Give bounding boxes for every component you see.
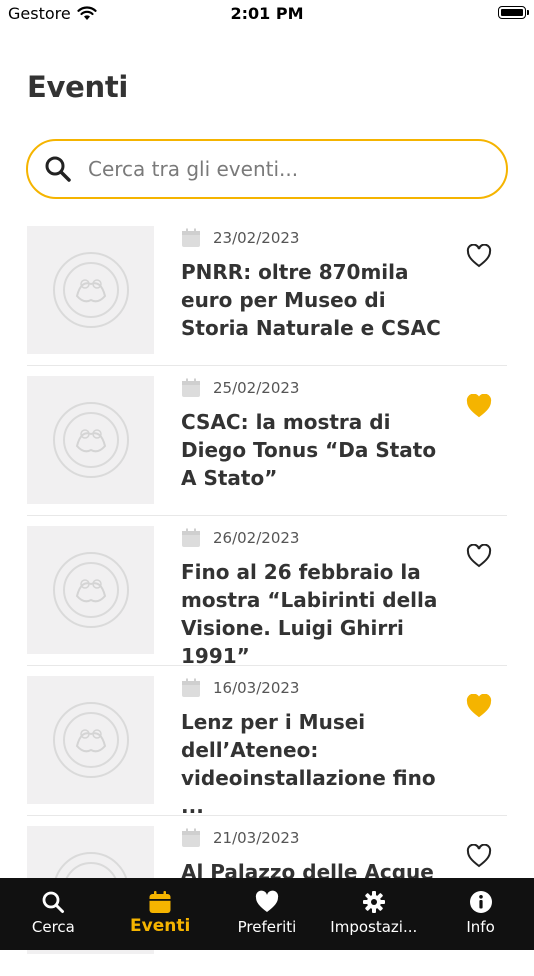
university-seal-icon [52,552,129,628]
tab-label: Impostazi... [330,918,418,936]
event-thumbnail [27,676,154,804]
tab-label: Info [466,918,495,936]
heart-outline-icon[interactable] [466,544,492,568]
heart-icon [255,890,279,912]
event-item[interactable]: 16/03/2023 Lenz per i Musei dell’Ateneo:… [0,676,534,826]
search-bar[interactable] [26,139,508,199]
calendar-icon [182,528,200,547]
event-date-row: 26/02/2023 [181,528,299,548]
battery-icon [498,6,529,19]
heart-filled-icon[interactable] [466,694,492,718]
event-date: 23/02/2023 [213,229,300,247]
search-input[interactable] [86,156,470,182]
calendar-icon [182,378,200,397]
event-item[interactable]: 23/02/2023 PNRR: oltre 870mila euro per … [0,226,534,376]
calendar-icon [182,228,200,247]
event-date: 16/03/2023 [213,679,300,697]
search-icon [45,156,71,182]
tab-bar: Cerca Eventi Preferiti Impostazi... Info [0,878,534,950]
calendar-icon [182,678,200,697]
event-date-row: 25/02/2023 [181,378,299,398]
event-date: 25/02/2023 [213,379,300,397]
tab-label: Eventi [130,916,191,936]
calendar-icon [182,828,200,847]
event-thumbnail [27,376,154,504]
event-date-row: 16/03/2023 [181,678,299,698]
gear-icon [362,891,385,913]
tab-info[interactable]: Info [428,878,534,936]
tab-label: Cerca [31,918,75,936]
event-title[interactable]: PNRR: oltre 870mila euro per Museo di St… [181,258,446,342]
divider [27,515,507,516]
divider [27,665,507,666]
tab-label: Preferiti [237,918,297,936]
tab-cerca[interactable]: Cerca [0,878,106,936]
event-date-row: 21/03/2023 [181,828,299,848]
status-bar: Gestore 2:01 PM [0,0,534,30]
event-date: 26/02/2023 [213,529,300,547]
page-title: Eventi [27,70,129,104]
divider [27,815,507,816]
search-icon [42,891,65,913]
tab-eventi[interactable]: Eventi [107,878,213,936]
heart-outline-icon[interactable] [466,244,492,268]
event-title[interactable]: CSAC: la mostra di Diego Tonus “Da Stato… [181,408,446,492]
status-time: 2:01 PM [230,4,304,23]
divider [27,365,507,366]
info-icon [469,891,492,913]
heart-outline-icon[interactable] [466,844,492,868]
heart-filled-icon[interactable] [466,394,492,418]
event-title[interactable]: Lenz per i Musei dell’Ateneo: videoinsta… [181,708,446,820]
university-seal-icon [52,402,129,478]
tab-impostazioni[interactable]: Impostazi... [321,878,427,936]
event-thumbnail [27,226,154,354]
event-thumbnail [27,526,154,654]
calendar-icon [149,891,171,913]
event-date-row: 23/02/2023 [181,228,299,248]
event-title[interactable]: Fino al 26 febbraio la mostra “Labirinti… [181,558,446,670]
university-seal-icon [52,252,129,328]
university-seal-icon [52,702,129,778]
event-date: 21/03/2023 [213,829,300,847]
event-item[interactable]: 25/02/2023 CSAC: la mostra di Diego Tonu… [0,376,534,526]
event-list: 23/02/2023 PNRR: oltre 870mila euro per … [0,226,534,976]
event-item[interactable]: 26/02/2023 Fino al 26 febbraio la mostra… [0,526,534,676]
tab-preferiti[interactable]: Preferiti [214,878,320,936]
